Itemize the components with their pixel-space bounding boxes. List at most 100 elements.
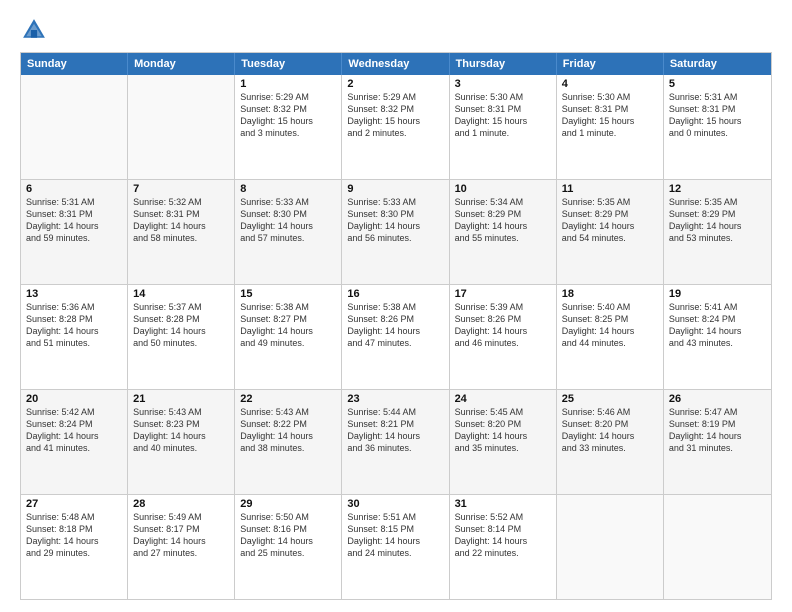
- day-cell-17: 17Sunrise: 5:39 AM Sunset: 8:26 PM Dayli…: [450, 285, 557, 389]
- day-cell-1: 1Sunrise: 5:29 AM Sunset: 8:32 PM Daylig…: [235, 75, 342, 179]
- empty-cell-r4c6: [664, 495, 771, 599]
- cell-details: Sunrise: 5:30 AM Sunset: 8:31 PM Dayligh…: [562, 91, 658, 140]
- day-number: 23: [347, 393, 443, 405]
- cell-details: Sunrise: 5:46 AM Sunset: 8:20 PM Dayligh…: [562, 406, 658, 455]
- day-cell-30: 30Sunrise: 5:51 AM Sunset: 8:15 PM Dayli…: [342, 495, 449, 599]
- cell-details: Sunrise: 5:29 AM Sunset: 8:32 PM Dayligh…: [347, 91, 443, 140]
- cell-details: Sunrise: 5:43 AM Sunset: 8:22 PM Dayligh…: [240, 406, 336, 455]
- day-number: 22: [240, 393, 336, 405]
- day-number: 4: [562, 78, 658, 90]
- cell-details: Sunrise: 5:40 AM Sunset: 8:25 PM Dayligh…: [562, 301, 658, 350]
- day-number: 9: [347, 183, 443, 195]
- calendar: SundayMondayTuesdayWednesdayThursdayFrid…: [20, 52, 772, 600]
- day-cell-19: 19Sunrise: 5:41 AM Sunset: 8:24 PM Dayli…: [664, 285, 771, 389]
- day-number: 5: [669, 78, 766, 90]
- day-cell-18: 18Sunrise: 5:40 AM Sunset: 8:25 PM Dayli…: [557, 285, 664, 389]
- day-number: 17: [455, 288, 551, 300]
- day-number: 29: [240, 498, 336, 510]
- cell-details: Sunrise: 5:50 AM Sunset: 8:16 PM Dayligh…: [240, 511, 336, 560]
- header-day-wednesday: Wednesday: [342, 53, 449, 75]
- day-cell-5: 5Sunrise: 5:31 AM Sunset: 8:31 PM Daylig…: [664, 75, 771, 179]
- day-number: 24: [455, 393, 551, 405]
- calendar-row-1: 1Sunrise: 5:29 AM Sunset: 8:32 PM Daylig…: [21, 75, 771, 179]
- day-number: 1: [240, 78, 336, 90]
- cell-details: Sunrise: 5:37 AM Sunset: 8:28 PM Dayligh…: [133, 301, 229, 350]
- cell-details: Sunrise: 5:39 AM Sunset: 8:26 PM Dayligh…: [455, 301, 551, 350]
- day-number: 11: [562, 183, 658, 195]
- header-day-monday: Monday: [128, 53, 235, 75]
- calendar-header: SundayMondayTuesdayWednesdayThursdayFrid…: [21, 53, 771, 75]
- logo: [20, 16, 52, 44]
- cell-details: Sunrise: 5:51 AM Sunset: 8:15 PM Dayligh…: [347, 511, 443, 560]
- day-cell-20: 20Sunrise: 5:42 AM Sunset: 8:24 PM Dayli…: [21, 390, 128, 494]
- day-number: 14: [133, 288, 229, 300]
- calendar-row-5: 27Sunrise: 5:48 AM Sunset: 8:18 PM Dayli…: [21, 494, 771, 599]
- cell-details: Sunrise: 5:47 AM Sunset: 8:19 PM Dayligh…: [669, 406, 766, 455]
- day-number: 2: [347, 78, 443, 90]
- day-cell-13: 13Sunrise: 5:36 AM Sunset: 8:28 PM Dayli…: [21, 285, 128, 389]
- day-number: 3: [455, 78, 551, 90]
- cell-details: Sunrise: 5:33 AM Sunset: 8:30 PM Dayligh…: [347, 196, 443, 245]
- calendar-row-3: 13Sunrise: 5:36 AM Sunset: 8:28 PM Dayli…: [21, 284, 771, 389]
- day-cell-28: 28Sunrise: 5:49 AM Sunset: 8:17 PM Dayli…: [128, 495, 235, 599]
- cell-details: Sunrise: 5:34 AM Sunset: 8:29 PM Dayligh…: [455, 196, 551, 245]
- cell-details: Sunrise: 5:49 AM Sunset: 8:17 PM Dayligh…: [133, 511, 229, 560]
- calendar-row-2: 6Sunrise: 5:31 AM Sunset: 8:31 PM Daylig…: [21, 179, 771, 284]
- day-number: 26: [669, 393, 766, 405]
- cell-details: Sunrise: 5:43 AM Sunset: 8:23 PM Dayligh…: [133, 406, 229, 455]
- header-day-thursday: Thursday: [450, 53, 557, 75]
- cell-details: Sunrise: 5:31 AM Sunset: 8:31 PM Dayligh…: [669, 91, 766, 140]
- day-cell-14: 14Sunrise: 5:37 AM Sunset: 8:28 PM Dayli…: [128, 285, 235, 389]
- day-number: 31: [455, 498, 551, 510]
- empty-cell-r4c5: [557, 495, 664, 599]
- cell-details: Sunrise: 5:52 AM Sunset: 8:14 PM Dayligh…: [455, 511, 551, 560]
- day-number: 30: [347, 498, 443, 510]
- day-number: 15: [240, 288, 336, 300]
- cell-details: Sunrise: 5:42 AM Sunset: 8:24 PM Dayligh…: [26, 406, 122, 455]
- day-number: 10: [455, 183, 551, 195]
- cell-details: Sunrise: 5:36 AM Sunset: 8:28 PM Dayligh…: [26, 301, 122, 350]
- day-cell-23: 23Sunrise: 5:44 AM Sunset: 8:21 PM Dayli…: [342, 390, 449, 494]
- cell-details: Sunrise: 5:38 AM Sunset: 8:27 PM Dayligh…: [240, 301, 336, 350]
- empty-cell-r0c0: [21, 75, 128, 179]
- day-cell-12: 12Sunrise: 5:35 AM Sunset: 8:29 PM Dayli…: [664, 180, 771, 284]
- day-cell-21: 21Sunrise: 5:43 AM Sunset: 8:23 PM Dayli…: [128, 390, 235, 494]
- day-number: 16: [347, 288, 443, 300]
- cell-details: Sunrise: 5:29 AM Sunset: 8:32 PM Dayligh…: [240, 91, 336, 140]
- day-cell-8: 8Sunrise: 5:33 AM Sunset: 8:30 PM Daylig…: [235, 180, 342, 284]
- day-cell-6: 6Sunrise: 5:31 AM Sunset: 8:31 PM Daylig…: [21, 180, 128, 284]
- day-cell-3: 3Sunrise: 5:30 AM Sunset: 8:31 PM Daylig…: [450, 75, 557, 179]
- header-day-tuesday: Tuesday: [235, 53, 342, 75]
- day-number: 25: [562, 393, 658, 405]
- day-cell-31: 31Sunrise: 5:52 AM Sunset: 8:14 PM Dayli…: [450, 495, 557, 599]
- day-cell-2: 2Sunrise: 5:29 AM Sunset: 8:32 PM Daylig…: [342, 75, 449, 179]
- day-number: 27: [26, 498, 122, 510]
- cell-details: Sunrise: 5:31 AM Sunset: 8:31 PM Dayligh…: [26, 196, 122, 245]
- cell-details: Sunrise: 5:38 AM Sunset: 8:26 PM Dayligh…: [347, 301, 443, 350]
- day-cell-4: 4Sunrise: 5:30 AM Sunset: 8:31 PM Daylig…: [557, 75, 664, 179]
- day-cell-27: 27Sunrise: 5:48 AM Sunset: 8:18 PM Dayli…: [21, 495, 128, 599]
- day-number: 13: [26, 288, 122, 300]
- header: [20, 16, 772, 44]
- day-cell-25: 25Sunrise: 5:46 AM Sunset: 8:20 PM Dayli…: [557, 390, 664, 494]
- day-number: 19: [669, 288, 766, 300]
- calendar-body: 1Sunrise: 5:29 AM Sunset: 8:32 PM Daylig…: [21, 75, 771, 599]
- day-number: 6: [26, 183, 122, 195]
- day-number: 18: [562, 288, 658, 300]
- day-cell-16: 16Sunrise: 5:38 AM Sunset: 8:26 PM Dayli…: [342, 285, 449, 389]
- day-number: 8: [240, 183, 336, 195]
- day-cell-26: 26Sunrise: 5:47 AM Sunset: 8:19 PM Dayli…: [664, 390, 771, 494]
- cell-details: Sunrise: 5:48 AM Sunset: 8:18 PM Dayligh…: [26, 511, 122, 560]
- day-cell-11: 11Sunrise: 5:35 AM Sunset: 8:29 PM Dayli…: [557, 180, 664, 284]
- page: SundayMondayTuesdayWednesdayThursdayFrid…: [0, 0, 792, 612]
- day-number: 7: [133, 183, 229, 195]
- cell-details: Sunrise: 5:30 AM Sunset: 8:31 PM Dayligh…: [455, 91, 551, 140]
- header-day-friday: Friday: [557, 53, 664, 75]
- cell-details: Sunrise: 5:45 AM Sunset: 8:20 PM Dayligh…: [455, 406, 551, 455]
- day-number: 21: [133, 393, 229, 405]
- day-number: 28: [133, 498, 229, 510]
- header-day-sunday: Sunday: [21, 53, 128, 75]
- cell-details: Sunrise: 5:44 AM Sunset: 8:21 PM Dayligh…: [347, 406, 443, 455]
- day-cell-24: 24Sunrise: 5:45 AM Sunset: 8:20 PM Dayli…: [450, 390, 557, 494]
- day-cell-9: 9Sunrise: 5:33 AM Sunset: 8:30 PM Daylig…: [342, 180, 449, 284]
